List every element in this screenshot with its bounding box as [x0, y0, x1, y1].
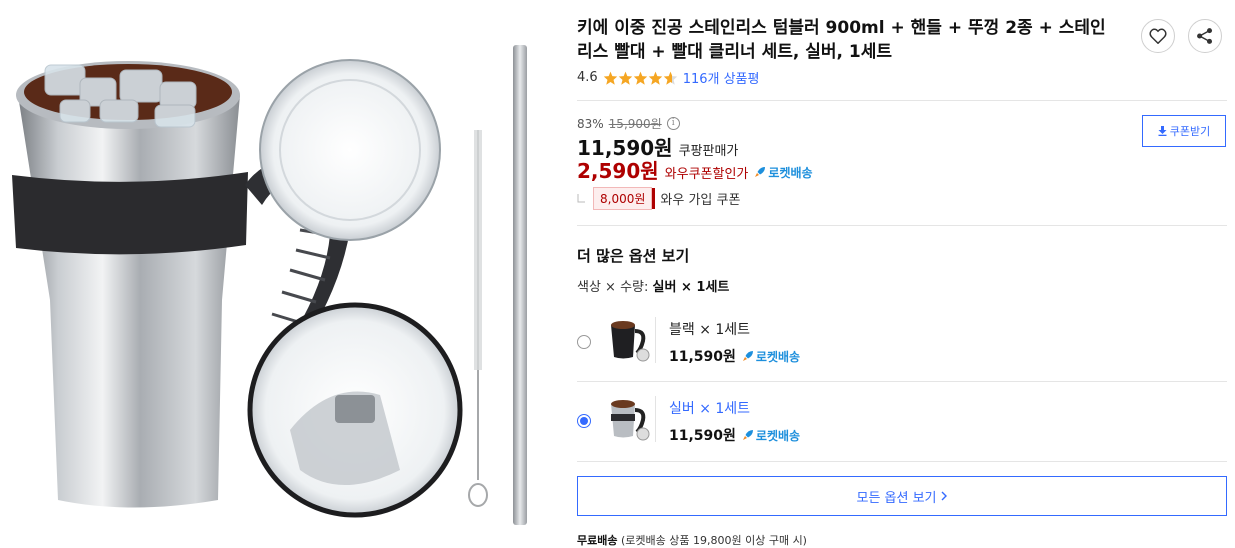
share-button[interactable]: [1188, 19, 1222, 53]
option-radio-selected[interactable]: [577, 414, 591, 428]
wow-price: 2,590원: [577, 159, 659, 183]
option-price: 11,590원: [669, 428, 736, 444]
original-price: 15,900원: [608, 117, 662, 131]
option-price: 11,590원: [669, 349, 736, 365]
option-name: 실버 × 1세트: [669, 401, 751, 417]
wow-price-label: 와우쿠폰할인가: [664, 167, 749, 182]
product-title: 키에 이중 진공 스테인리스 텀블러 900ml + 핸들 + 뚜껑 2종 + …: [577, 18, 1106, 62]
selected-option-label: 색상 × 수량: 실버 × 1세트: [577, 276, 729, 295]
rocket-icon: [755, 167, 766, 177]
option-name: 블랙 × 1세트: [669, 322, 751, 338]
discount-rate: 83%: [577, 116, 604, 131]
divider: [577, 225, 1227, 226]
option-price-row: 11,590원 로켓배송: [669, 346, 800, 366]
chevron-right-icon: [941, 491, 947, 501]
corner-arrow-icon: [577, 193, 585, 202]
option-item-black[interactable]: 블랙 × 1세트 11,590원 로켓배송: [577, 307, 1227, 377]
coupon-download-button[interactable]: 쿠폰받기: [1142, 115, 1226, 147]
info-icon[interactable]: i: [666, 117, 680, 130]
original-price-row: 83% 15,900원 i: [577, 115, 680, 132]
star-icon: [633, 71, 647, 85]
option-thumbnail: [611, 321, 650, 362]
rocket-icon: [742, 430, 753, 440]
star-icon: [648, 71, 662, 85]
coupon-label: 와우 가입 쿠폰: [660, 193, 741, 208]
star-icon: [618, 71, 632, 85]
review-count-link[interactable]: 116개 상품평: [683, 68, 760, 87]
rating-row: 4.6 116개 상품평: [577, 68, 759, 87]
rocket-label: 로켓배송: [755, 428, 801, 443]
star-icon: [663, 71, 677, 85]
wow-price-row: 2,590원 와우쿠폰할인가 로켓배송: [577, 155, 813, 184]
options-section-title: 더 많은 옵션 보기: [577, 247, 690, 265]
star-icon: [603, 71, 617, 85]
rocket-label: 로켓배송: [755, 349, 801, 364]
shipping-condition: (로켓배송 상품 19,800원 이상 구매 시): [620, 534, 807, 547]
rocket-delivery-badge: 로켓배송: [742, 427, 800, 444]
rocket-label: 로켓배송: [768, 165, 813, 180]
coupon-amount-tag: 8,000원: [593, 187, 656, 210]
all-options-label: 모든 옵션 보기: [856, 490, 937, 506]
rocket-delivery-badge: 로켓배송: [742, 348, 800, 365]
option-item-silver[interactable]: 실버 × 1세트 11,590원 로켓배송: [577, 386, 1227, 456]
divider: [577, 381, 1227, 382]
download-icon: [1158, 126, 1167, 136]
thumbnail-divider: [655, 317, 656, 363]
divider: [577, 461, 1227, 462]
product-image[interactable]: [0, 0, 560, 546]
thumbnail-divider: [655, 396, 656, 442]
option-thumbnail: [611, 400, 650, 441]
option-radio[interactable]: [577, 335, 591, 349]
rating-value: 4.6: [577, 70, 598, 85]
option-price-row: 11,590원 로켓배송: [669, 425, 800, 445]
shipping-label: 무료배송: [577, 534, 618, 547]
rocket-delivery-badge: 로켓배송: [754, 164, 813, 181]
option-label-prefix: 색상 × 수량:: [577, 280, 649, 295]
option-label-value: 실버 × 1세트: [652, 280, 730, 295]
heart-icon: [1149, 28, 1167, 44]
coupon-button-label: 쿠폰받기: [1169, 125, 1211, 138]
divider: [577, 100, 1227, 101]
share-icon: [1197, 28, 1213, 44]
rating-stars: [603, 71, 678, 85]
all-options-button[interactable]: 모든 옵션 보기: [577, 476, 1227, 516]
coupon-row: 8,000원 와우 가입 쿠폰: [577, 187, 740, 210]
wishlist-button[interactable]: [1141, 19, 1175, 53]
rocket-icon: [742, 351, 753, 361]
